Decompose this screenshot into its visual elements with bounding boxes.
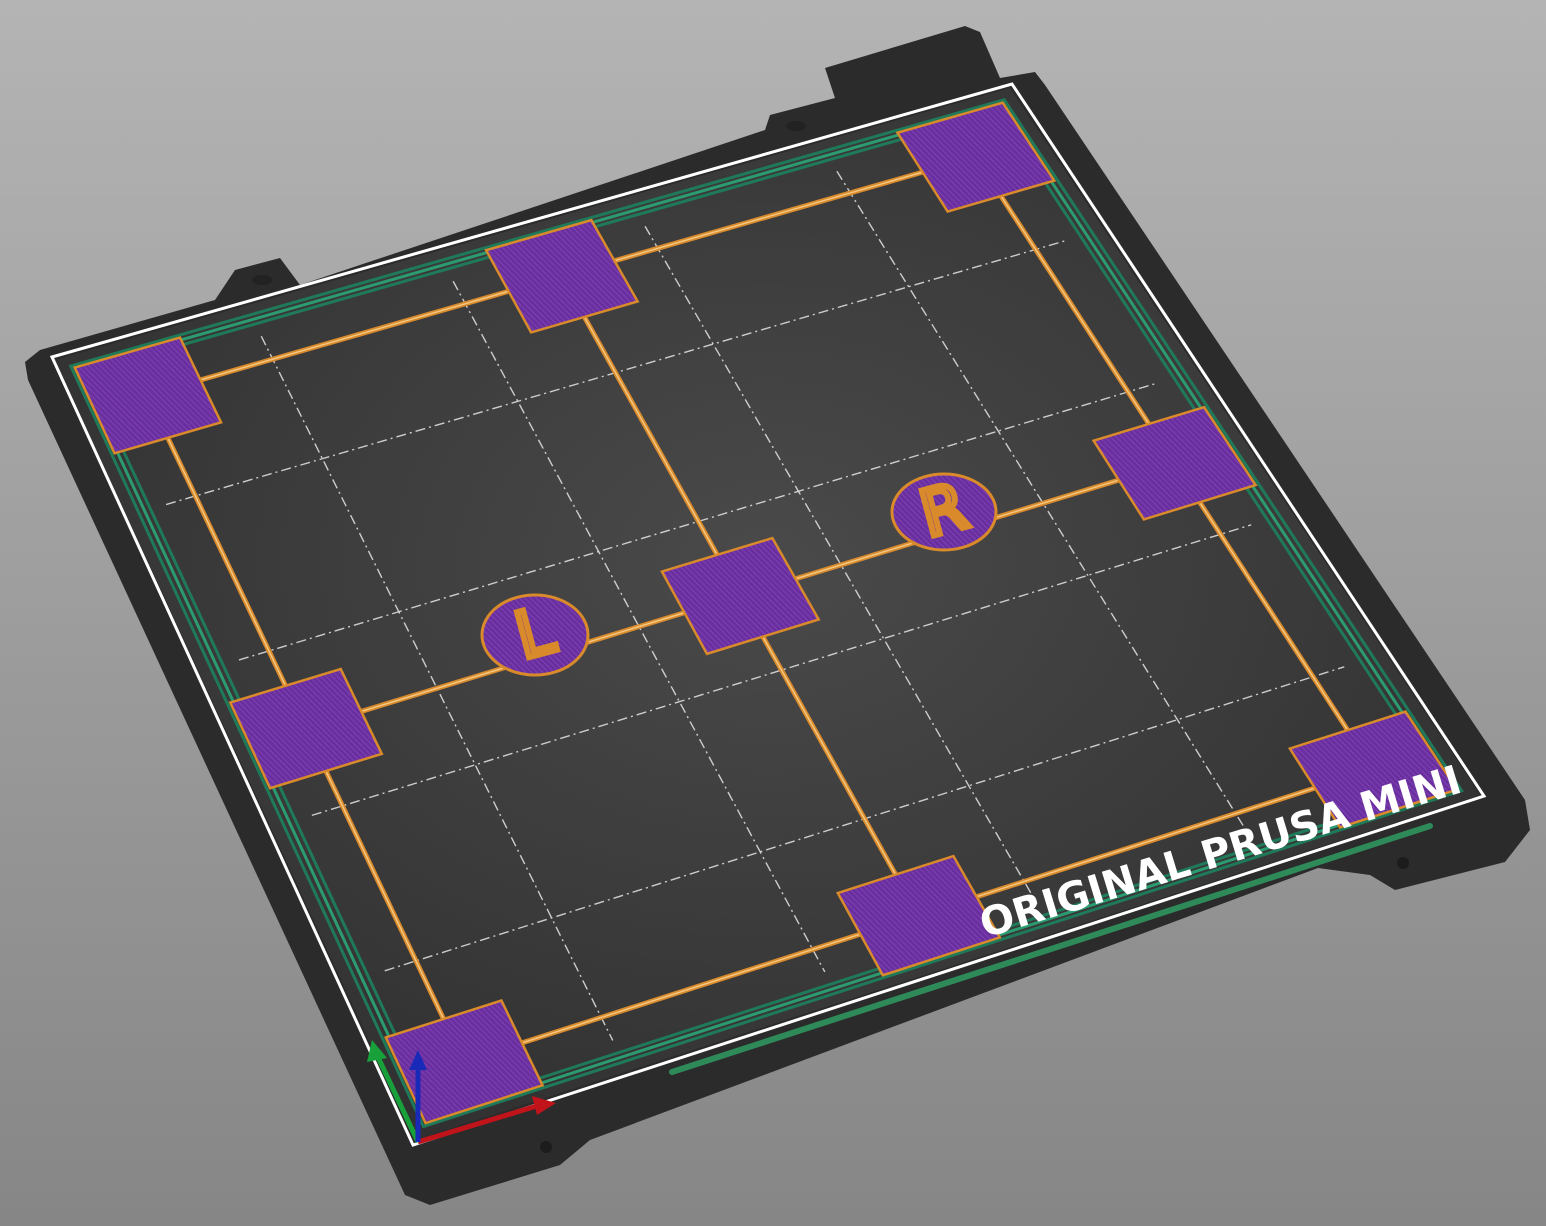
sheet-pin: [786, 121, 806, 131]
marker-L: L: [480, 591, 590, 677]
sheet-hole: [540, 1141, 552, 1153]
print-bed-scene[interactable]: L R ORIGINAL PRUSA MINI: [0, 0, 1546, 1226]
3d-viewport[interactable]: L R ORIGINAL PRUSA MINI: [0, 0, 1546, 1226]
sheet-hole: [1397, 857, 1409, 869]
sheet-pin: [252, 275, 272, 285]
